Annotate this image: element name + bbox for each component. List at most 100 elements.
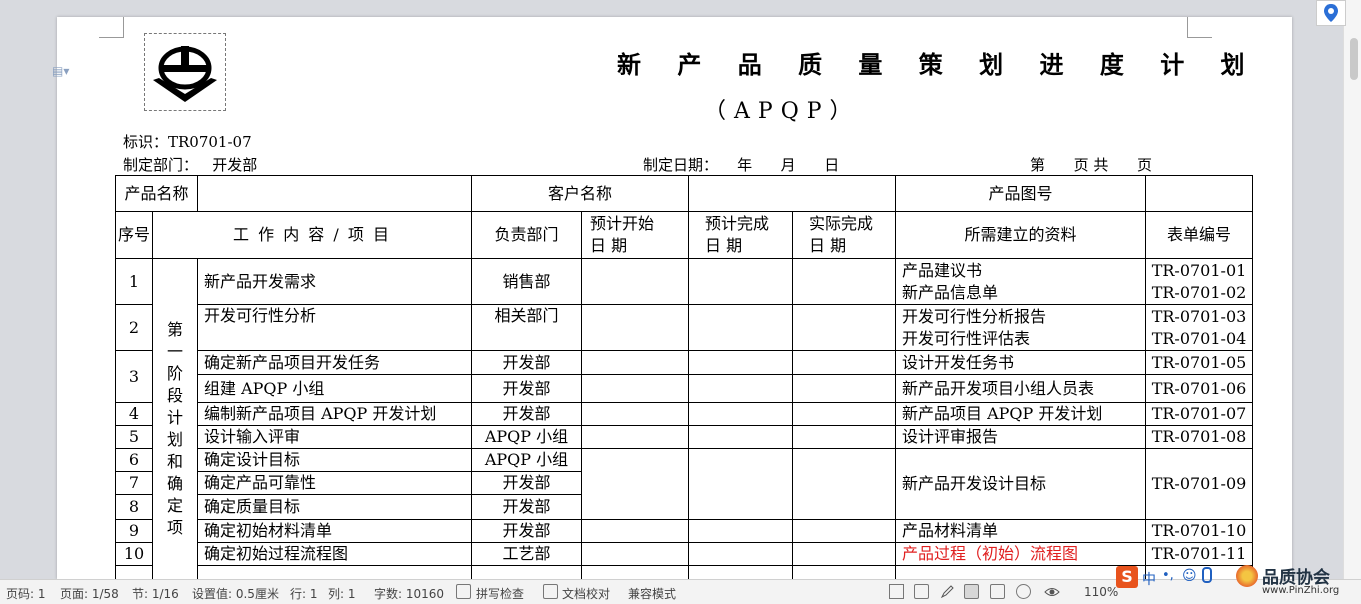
doc-item: 产品建议书	[902, 260, 983, 280]
row-work: 确定设计目标	[197, 448, 472, 472]
plan-end-cell[interactable]	[688, 542, 793, 566]
plan-end-cell[interactable]	[688, 304, 793, 351]
plan-end-cell[interactable]	[688, 448, 793, 520]
plan-end-cell[interactable]	[688, 402, 793, 426]
pen-icon[interactable]	[940, 584, 955, 599]
eye-protect-icon[interactable]	[1044, 584, 1060, 599]
document-title: 新 产 品 质 量 策 划 进 度 计 划	[617, 50, 1259, 79]
row-docs: 新产品开发项目小组人员表	[895, 374, 1146, 403]
plan-end-cell[interactable]	[688, 350, 793, 375]
plan-end-cell[interactable]	[688, 374, 793, 403]
plan-start-cell[interactable]	[581, 542, 689, 566]
actual-end-cell[interactable]	[792, 304, 896, 351]
header-no: 序号	[115, 211, 153, 259]
vertical-scrollbar[interactable]	[1343, 0, 1361, 579]
web-view-icon[interactable]	[1016, 584, 1031, 599]
row-dept: 开发部	[471, 519, 582, 543]
row-docs: 新产品项目 APQP 开发计划	[895, 402, 1146, 426]
row-docs: 设计开发任务书	[895, 350, 1146, 375]
ime-lang[interactable]: 中	[1142, 569, 1156, 589]
plan-start-cell[interactable]	[581, 565, 689, 579]
actual-end-cell[interactable]	[792, 258, 896, 305]
mic-icon[interactable]	[1202, 567, 1212, 583]
row-form: TR-0701-07	[1145, 402, 1253, 426]
header-plan-end: 预计完成日 期	[688, 211, 793, 259]
product-name-field[interactable]	[197, 175, 472, 212]
document-subtitle: （APQP）	[704, 99, 860, 124]
row-work: 确定初始过程流程图	[197, 542, 472, 566]
row-dept: 开发部	[471, 350, 582, 375]
status-page[interactable]: 页面: 1/58	[60, 585, 119, 602]
header-plan-end-line2: 日 期	[705, 236, 743, 255]
scrollbar-thumb[interactable]	[1350, 38, 1358, 80]
plan-start-cell[interactable]	[581, 374, 689, 403]
outline-view-icon[interactable]	[990, 584, 1005, 599]
actual-end-cell[interactable]	[792, 565, 896, 579]
location-pin-icon[interactable]	[1316, 0, 1346, 26]
page-view-icon[interactable]	[964, 584, 979, 599]
document-page[interactable]: 新 产 品 质 量 策 划 进 度 计 划 （APQP） 标识：TR0701-0…	[57, 17, 1292, 579]
plan-end-cell[interactable]	[688, 565, 793, 579]
customer-name-field[interactable]	[688, 175, 896, 212]
status-setting[interactable]: 设置值: 0.5厘米	[192, 585, 279, 602]
plan-start-cell[interactable]	[581, 350, 689, 375]
row-no: 10	[115, 542, 153, 566]
header-work: 工 作 内 容 / 项 目	[152, 211, 472, 259]
actual-end-cell[interactable]	[792, 448, 896, 520]
actual-end-cell[interactable]	[792, 350, 896, 375]
stage-label: 第一阶段 计划和确定项	[152, 258, 198, 579]
customer-name-label: 客户名称	[471, 175, 689, 212]
plan-start-cell[interactable]	[581, 425, 689, 449]
header-actual-end-line1: 实际完成	[809, 214, 874, 233]
proofread-button[interactable]: 文档校对	[562, 585, 610, 602]
row-work: 组建 APQP 小组	[197, 374, 472, 403]
header-plan-end-line1: 预计完成	[705, 214, 770, 233]
paragraph-menu-icon[interactable]: ▤▾	[52, 64, 69, 78]
row-dept: 销售部	[471, 258, 582, 305]
plan-end-cell[interactable]	[688, 425, 793, 449]
status-section[interactable]: 节: 1/16	[132, 585, 179, 602]
status-page-code[interactable]: 页码: 1	[6, 585, 46, 602]
form-no: TR-0701-04	[1151, 328, 1247, 348]
actual-end-cell[interactable]	[792, 519, 896, 543]
actual-end-cell[interactable]	[792, 542, 896, 566]
status-words[interactable]: 字数: 10160	[374, 585, 444, 602]
actual-end-cell[interactable]	[792, 374, 896, 403]
plan-start-cell[interactable]	[581, 304, 689, 351]
status-col[interactable]: 列: 1	[328, 585, 356, 602]
row-no: 5	[115, 425, 153, 449]
product-name-label: 产品名称	[115, 175, 198, 212]
plan-start-cell[interactable]	[581, 519, 689, 543]
row-dept	[471, 565, 582, 579]
product-drawing-field[interactable]	[1145, 175, 1253, 212]
header-actual-end: 实际完成日 期	[792, 211, 896, 259]
row-dept: 开发部	[471, 402, 582, 426]
plan-end-cell[interactable]	[688, 258, 793, 305]
row-dept: APQP 小组	[471, 448, 582, 472]
actual-end-cell[interactable]	[792, 425, 896, 449]
doc-item: 新产品信息单	[902, 282, 999, 302]
row-work: 新产品开发需求	[197, 258, 472, 305]
read-mode-icon[interactable]	[914, 584, 929, 599]
header-dept: 负责部门	[471, 211, 582, 259]
plan-start-cell[interactable]	[581, 402, 689, 426]
row-no: 1	[115, 258, 153, 305]
plan-start-cell[interactable]	[581, 258, 689, 305]
spell-check-button[interactable]: 拼写检查	[476, 585, 524, 602]
row-work: 确定产品可靠性	[197, 471, 472, 495]
plan-start-cell[interactable]	[581, 448, 689, 520]
plan-end-cell[interactable]	[688, 519, 793, 543]
row-no: 9	[115, 519, 153, 543]
ime-punct-icon[interactable]: •,	[1162, 568, 1174, 583]
margin-corner	[99, 17, 124, 38]
fullscreen-icon[interactable]	[889, 584, 904, 599]
row-docs: 新产品开发设计目标	[895, 448, 1146, 520]
actual-end-cell[interactable]	[792, 402, 896, 426]
row-dept: APQP 小组	[471, 425, 582, 449]
emoji-icon[interactable]: ☺	[1182, 568, 1197, 584]
zoom-level[interactable]: 110%	[1084, 585, 1118, 599]
row-no: 7	[115, 471, 153, 495]
row-work	[197, 565, 472, 579]
status-line[interactable]: 行: 1	[290, 585, 318, 602]
sogou-ime-icon[interactable]: S	[1116, 566, 1138, 588]
